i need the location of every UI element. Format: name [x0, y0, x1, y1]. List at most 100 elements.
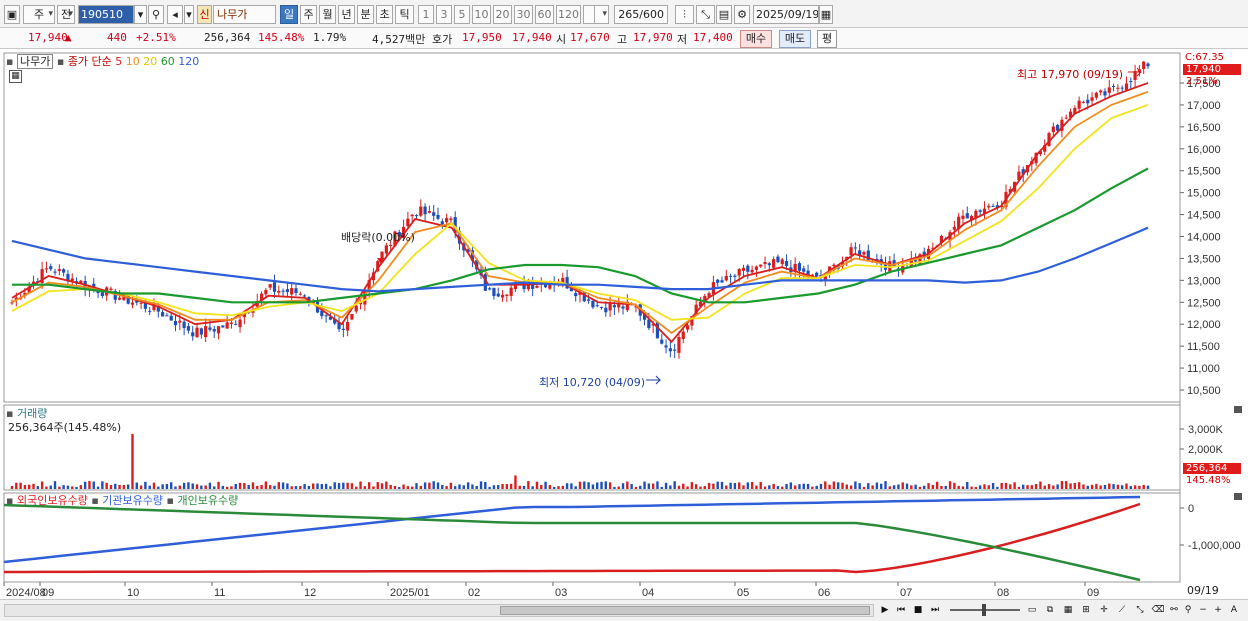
- candle-body: [797, 263, 802, 271]
- candle-body: [1116, 87, 1120, 89]
- tile-icon[interactable]: ⊞: [1079, 603, 1093, 617]
- copy-icon[interactable]: ⧉: [1043, 603, 1057, 617]
- chart-scrollbar[interactable]: [4, 604, 874, 617]
- indicator-settings-icon[interactable]: ▦: [9, 70, 22, 83]
- interval-1[interactable]: 1: [418, 5, 434, 24]
- volume-bar: [948, 481, 952, 489]
- gear-icon[interactable]: ⚙: [734, 5, 750, 24]
- interval-3[interactable]: 3: [436, 5, 452, 24]
- tab-month[interactable]: 월: [319, 5, 336, 24]
- tab-year[interactable]: 년: [338, 5, 355, 24]
- tab-minute[interactable]: 분: [357, 5, 374, 24]
- zoom-search-icon[interactable]: ⚲: [1181, 603, 1195, 617]
- candle-body: [1124, 83, 1129, 91]
- stock-code-input[interactable]: 190510: [78, 5, 134, 24]
- draw-tool-icon[interactable]: ⤡: [696, 5, 715, 24]
- interval-dropdown-icon[interactable]: [594, 5, 609, 24]
- market-type-select[interactable]: 주: [23, 5, 55, 24]
- ma-20-label[interactable]: 20: [143, 55, 157, 68]
- evaluate-button[interactable]: 평: [817, 30, 837, 48]
- volume-bar: [643, 481, 646, 489]
- volume-bar: [841, 482, 844, 489]
- interval-30[interactable]: 30: [514, 5, 533, 24]
- open-price: 17,670: [570, 31, 610, 44]
- volume-bar: [1129, 486, 1132, 489]
- line-tool-icon[interactable]: ⟋: [1115, 603, 1129, 617]
- prev-select[interactable]: 전: [57, 5, 75, 24]
- interval-5[interactable]: 5: [454, 5, 470, 24]
- volume-bar: [294, 486, 298, 489]
- scrollbar-thumb[interactable]: [500, 606, 870, 615]
- window-menu-icon[interactable]: ▣: [4, 5, 20, 24]
- foreign-holding-label[interactable]: 외국인보유수량: [17, 494, 88, 507]
- ma-label[interactable]: 종가 단순: [68, 55, 112, 68]
- ma-120-label[interactable]: 120: [178, 55, 199, 68]
- chain-icon[interactable]: ⚯: [1167, 603, 1181, 617]
- crosshair-icon[interactable]: ✛: [1097, 603, 1111, 617]
- individual-holding-label[interactable]: 개인보유수량: [177, 494, 238, 507]
- stock-name-field[interactable]: 나무가: [213, 5, 276, 24]
- volume-bar: [763, 486, 767, 489]
- stop-icon[interactable]: ■: [911, 603, 925, 617]
- interval-10[interactable]: 10: [472, 5, 491, 24]
- candle-body: [763, 262, 767, 265]
- volume-bar: [23, 484, 27, 489]
- institution-holding-label[interactable]: 기관보유수량: [102, 494, 163, 507]
- volume-bar: [927, 483, 930, 489]
- zoom-out-icon[interactable]: −: [1196, 603, 1210, 617]
- layout-icon[interactable]: ▭: [1025, 603, 1039, 617]
- date-label: 2024/08: [6, 587, 46, 599]
- tab-tick[interactable]: 틱: [395, 5, 414, 24]
- candle-body: [1111, 86, 1116, 88]
- search-icon[interactable]: ⚲: [148, 5, 164, 24]
- volume-bar: [15, 482, 18, 489]
- ma-10-label[interactable]: 10: [126, 55, 140, 68]
- stock-chart[interactable]: 10,500 11,000 11,500 12,000 12,500 13,000 13,5…: [0, 50, 1248, 600]
- tab-day[interactable]: 일: [280, 5, 298, 24]
- font-size-icon[interactable]: A: [1227, 603, 1241, 617]
- zoom-slider-thumb[interactable]: [982, 604, 986, 616]
- price-panel[interactable]: [3, 52, 1181, 403]
- sell-button[interactable]: 매도: [779, 30, 811, 48]
- tab-second[interactable]: 초: [376, 5, 393, 24]
- zoom-in-icon[interactable]: +: [1211, 603, 1225, 617]
- tab-week[interactable]: 주: [300, 5, 317, 24]
- volume-bar: [337, 483, 341, 489]
- chart-canvas[interactable]: 10,500 11,000 11,500 12,000 12,500 13,000 13,5…: [0, 50, 1248, 600]
- ma-5-label[interactable]: 5: [115, 55, 122, 68]
- volume-bar: [1116, 484, 1120, 489]
- volume-bar: [36, 486, 40, 489]
- close-volume-panel-icon[interactable]: [1234, 406, 1242, 413]
- speaker-dropdown-icon[interactable]: ▾: [184, 5, 194, 24]
- save-icon[interactable]: ▤: [716, 5, 732, 24]
- candle-type-icon[interactable]: ⫶: [675, 5, 694, 24]
- jump-last-icon[interactable]: ⏭: [928, 603, 942, 617]
- close-holding-panel-icon[interactable]: [1234, 493, 1242, 500]
- prev-label: 전: [60, 8, 72, 21]
- code-dropdown-icon[interactable]: ▾: [134, 5, 147, 24]
- buy-button[interactable]: 매수: [740, 30, 772, 48]
- grid-icon[interactable]: ▦: [1061, 603, 1075, 617]
- bar-count-field[interactable]: 265/600: [614, 5, 668, 24]
- trend-tool-icon[interactable]: ⤡: [1133, 603, 1147, 617]
- jump-first-icon[interactable]: ⏮: [894, 603, 908, 617]
- stock-name-tag[interactable]: 나무가: [16, 54, 54, 69]
- volume-bar: [260, 484, 263, 489]
- volume-bar: [1030, 485, 1034, 489]
- speaker-icon[interactable]: ◂: [167, 5, 183, 24]
- interval-120[interactable]: 120: [556, 5, 581, 24]
- ask-price: 17,950: [462, 31, 502, 44]
- volume-panel[interactable]: [3, 404, 1181, 491]
- volume-bar: [806, 483, 810, 489]
- volume-bar: [217, 481, 220, 489]
- scroll-right-icon[interactable]: ▶: [878, 603, 892, 617]
- interval-20[interactable]: 20: [493, 5, 512, 24]
- ma-60-label[interactable]: 60: [161, 55, 175, 68]
- volume-bar: [492, 485, 496, 489]
- eraser-icon[interactable]: ⌫: [1151, 603, 1165, 617]
- interval-60[interactable]: 60: [535, 5, 554, 24]
- calendar-icon[interactable]: ▦: [819, 5, 833, 24]
- date-input[interactable]: 2025/09/19: [753, 5, 819, 24]
- volume-bar: [914, 484, 917, 489]
- candle-body: [1107, 87, 1111, 93]
